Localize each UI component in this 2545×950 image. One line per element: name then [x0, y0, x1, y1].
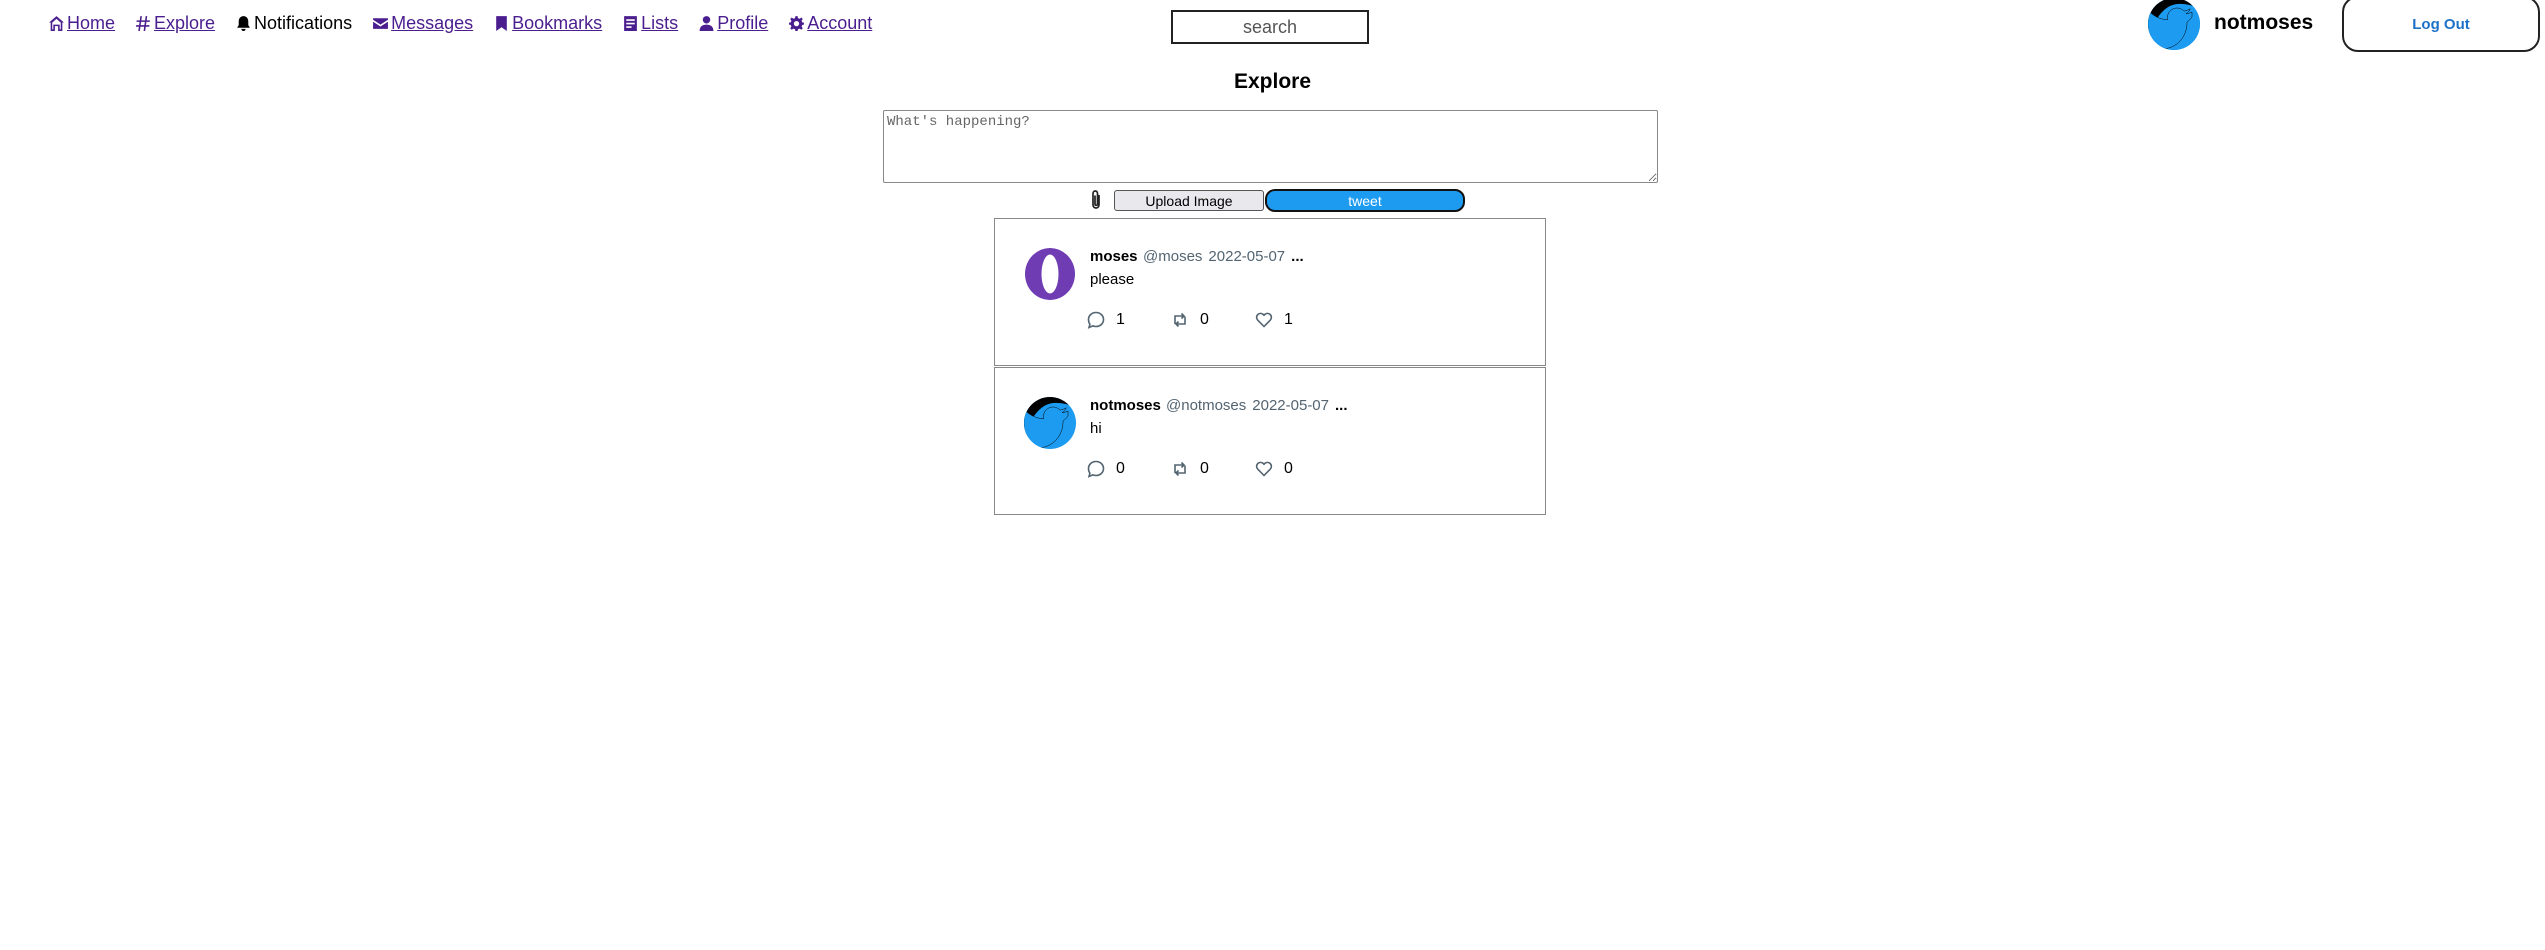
page-title: Explore [1233, 70, 1312, 93]
home-icon [49, 15, 64, 31]
tweet-text: please [1090, 271, 1135, 288]
tweet-handle: @moses [1143, 248, 1203, 265]
avatar[interactable] [2148, 0, 2200, 50]
avatar[interactable] [1024, 248, 1076, 300]
bell-icon [237, 15, 250, 31]
retweet-button[interactable]: 0 [1170, 310, 1254, 330]
tweet-actions: 0 0 0 [1086, 459, 1338, 479]
bookmark-icon [496, 15, 507, 31]
tweet-meta: @notmoses 2022-05-07 ... [1166, 397, 1348, 414]
heart-icon [1255, 461, 1273, 477]
comment-icon [1087, 311, 1105, 329]
nav-messages-label: Messages [391, 12, 474, 33]
tweet-date: 2022-05-07 [1252, 397, 1329, 414]
tweet-text: hi [1090, 420, 1102, 437]
nav-profile-label: Profile [717, 12, 769, 33]
paperclip-icon[interactable] [1087, 189, 1105, 211]
nav-messages[interactable]: Messages [372, 13, 473, 34]
nav-lists-label: Lists [641, 12, 679, 33]
retweet-button[interactable]: 0 [1170, 459, 1254, 479]
retweet-count: 0 [1200, 460, 1209, 477]
current-username: notmoses [2214, 11, 2314, 34]
comment-icon [1087, 460, 1105, 478]
tweet-date: 2022-05-07 [1208, 248, 1286, 265]
bird-logo-icon [1024, 397, 1076, 449]
tweet-handle: @notmoses [1166, 397, 1247, 414]
retweet-icon [1174, 461, 1186, 477]
search-input[interactable] [1171, 10, 1369, 44]
heart-icon [1255, 312, 1273, 328]
reply-count: 1 [1116, 311, 1125, 328]
like-count: 1 [1284, 311, 1293, 328]
nav-account-label: Account [807, 12, 873, 33]
tweet-more-button[interactable]: ... [1291, 248, 1304, 265]
logout-button[interactable]: Log Out [2342, 0, 2540, 52]
hashtag-icon [136, 15, 150, 31]
top-nav: Home Explore Notifications Messages Book… [48, 10, 872, 36]
reply-button[interactable]: 0 [1086, 459, 1170, 479]
opera-logo-icon [1024, 248, 1076, 300]
tweet-actions: 1 0 1 [1086, 310, 1338, 330]
bird-logo-icon [2148, 0, 2200, 50]
tweet-card[interactable]: notmoses @notmoses 2022-05-07 ... hi 0 0… [994, 367, 1546, 515]
retweet-count: 0 [1200, 311, 1209, 328]
nav-bookmarks-label: Bookmarks [512, 12, 603, 33]
retweet-icon [1174, 312, 1186, 328]
nav-account[interactable]: Account [788, 13, 872, 34]
upload-image-button[interactable]: Upload Image [1114, 190, 1264, 211]
tweet-author-name: moses [1090, 248, 1138, 265]
gear-icon [789, 15, 805, 31]
tweet-more-button[interactable]: ... [1335, 397, 1348, 414]
like-count: 0 [1284, 460, 1293, 477]
nav-explore[interactable]: Explore [135, 13, 215, 34]
nav-profile[interactable]: Profile [698, 13, 768, 34]
tweet-author-name: notmoses [1090, 397, 1161, 414]
reply-count: 0 [1116, 460, 1125, 477]
reply-button[interactable]: 1 [1086, 310, 1170, 330]
page: Home Explore Notifications Messages Book… [0, 0, 2545, 950]
nav-bookmarks[interactable]: Bookmarks [493, 13, 602, 34]
tweet-submit-button[interactable]: tweet [1265, 189, 1465, 212]
person-icon [699, 15, 714, 31]
tweet-card[interactable]: moses @moses 2022-05-07 ... please 1 0 1 [994, 218, 1546, 366]
like-button[interactable]: 1 [1254, 310, 1338, 330]
envelope-icon [373, 17, 389, 29]
nav-home[interactable]: Home [48, 13, 115, 34]
tweet-meta: @moses 2022-05-07 ... [1143, 248, 1304, 265]
nav-notifications-label: Notifications [254, 12, 353, 33]
nav-lists[interactable]: Lists [622, 13, 678, 34]
nav-notifications[interactable]: Notifications [235, 13, 352, 34]
like-button[interactable]: 0 [1254, 459, 1338, 479]
nav-explore-label: Explore [154, 12, 216, 33]
nav-home-label: Home [67, 12, 116, 33]
avatar[interactable] [1024, 397, 1076, 449]
list-icon [624, 15, 638, 31]
tweet-composer-input[interactable] [883, 110, 1658, 183]
